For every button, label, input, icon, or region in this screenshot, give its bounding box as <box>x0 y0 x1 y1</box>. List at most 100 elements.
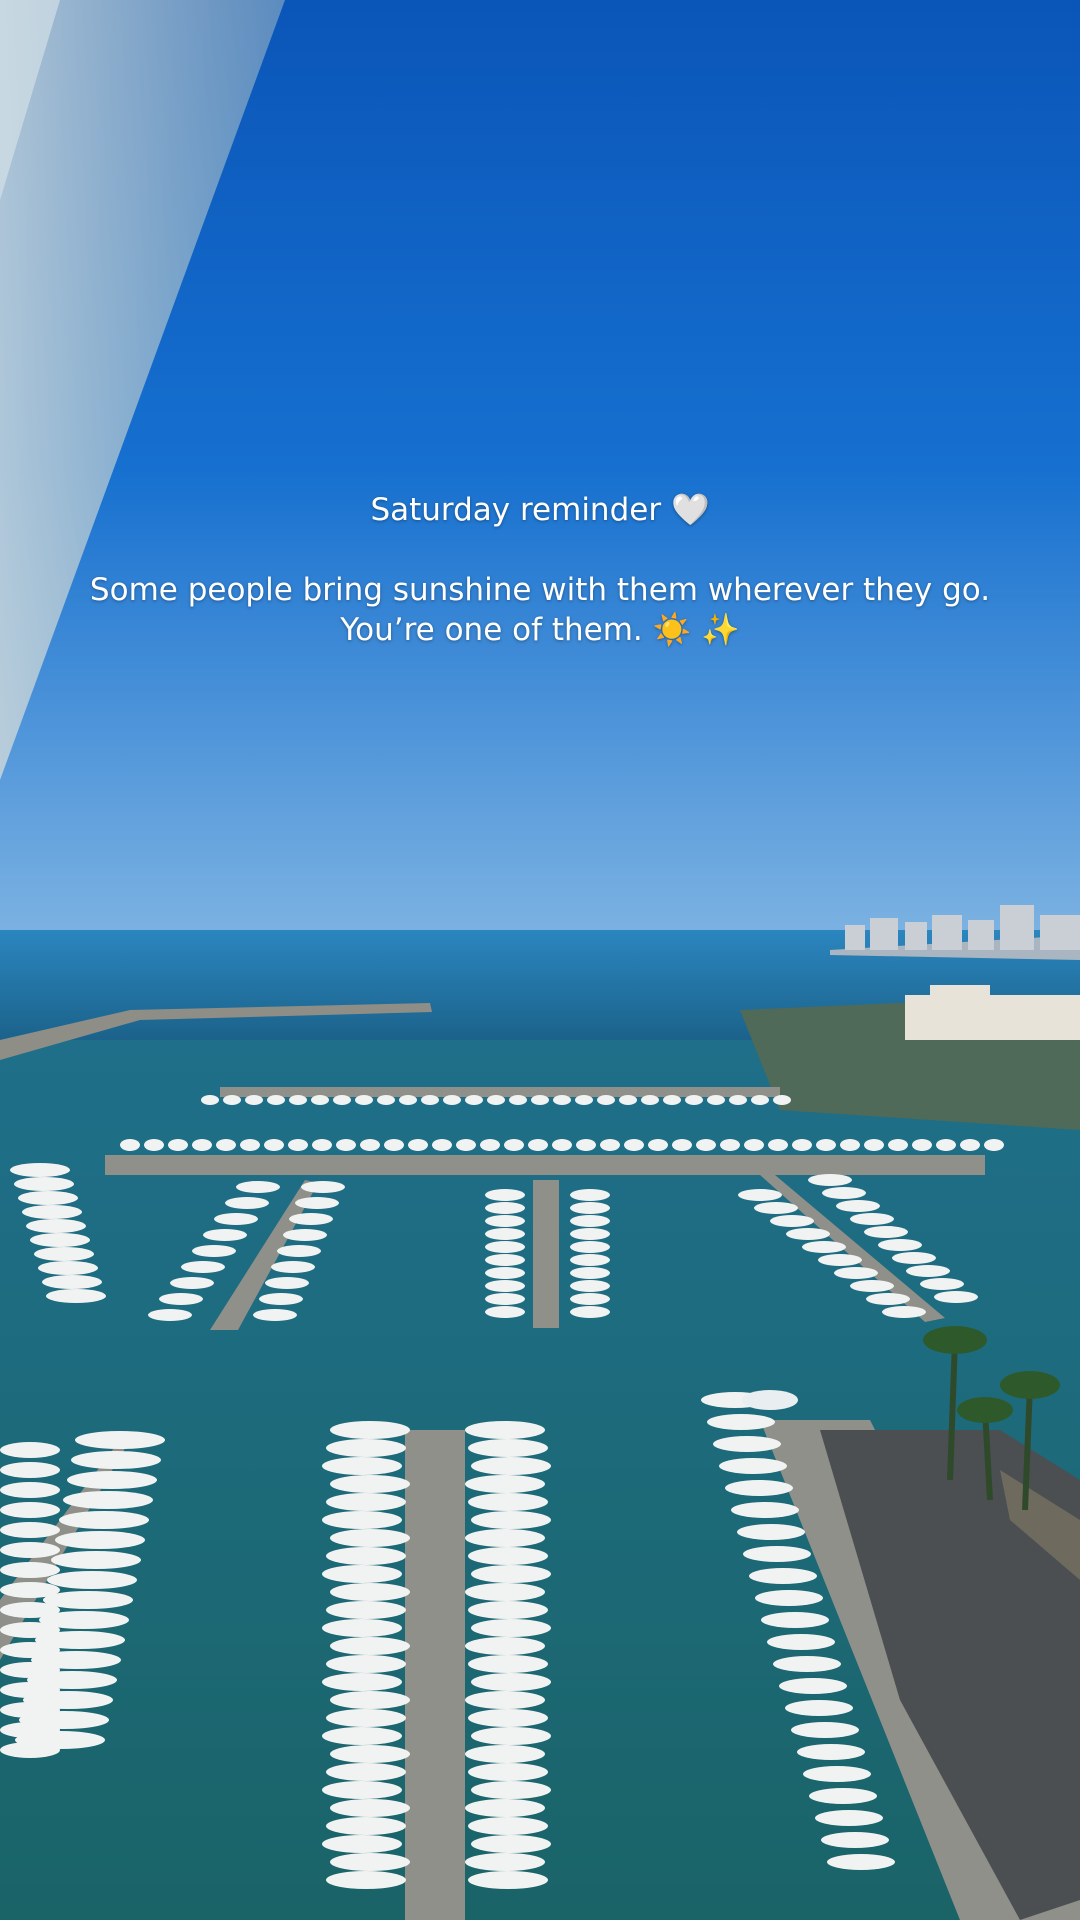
boat <box>504 1139 524 1151</box>
boat <box>864 1139 884 1151</box>
boat <box>67 1471 157 1489</box>
boat <box>487 1095 505 1105</box>
boat <box>71 1451 161 1469</box>
boat <box>289 1213 333 1225</box>
boat <box>333 1095 351 1105</box>
boat <box>936 1139 956 1151</box>
boat <box>725 1480 793 1496</box>
boat <box>468 1709 548 1727</box>
boat <box>707 1095 725 1105</box>
boat <box>360 1139 380 1151</box>
boat <box>809 1788 877 1804</box>
boat <box>271 1261 315 1273</box>
boat <box>827 1854 895 1870</box>
boat <box>267 1095 285 1105</box>
boat <box>575 1095 593 1105</box>
boat <box>0 1502 60 1518</box>
boat <box>797 1744 865 1760</box>
boat <box>920 1278 964 1290</box>
boat <box>808 1174 852 1186</box>
boat <box>906 1265 950 1277</box>
boat <box>770 1215 814 1227</box>
boat <box>14 1177 74 1191</box>
boat <box>528 1139 548 1151</box>
boat <box>485 1267 525 1279</box>
boat <box>384 1139 404 1151</box>
boat <box>264 1139 284 1151</box>
boat <box>465 1529 545 1547</box>
boat <box>322 1565 402 1583</box>
boat <box>744 1139 764 1151</box>
boat <box>570 1241 610 1253</box>
boat <box>59 1511 149 1529</box>
boat <box>822 1187 866 1199</box>
boat <box>836 1200 880 1212</box>
boat <box>465 1583 545 1601</box>
boat <box>468 1817 548 1835</box>
boat <box>570 1202 610 1214</box>
boat <box>731 1502 799 1518</box>
boat <box>570 1293 610 1305</box>
title-text: Saturday reminder <box>370 492 662 528</box>
boat <box>421 1095 439 1105</box>
boat <box>912 1139 932 1151</box>
boat <box>468 1601 548 1619</box>
boat <box>181 1261 225 1273</box>
boat <box>322 1511 402 1529</box>
boat <box>960 1139 980 1151</box>
boat <box>456 1139 476 1151</box>
boat <box>816 1139 836 1151</box>
boat <box>75 1431 165 1449</box>
boat <box>38 1261 98 1275</box>
boat <box>485 1189 525 1201</box>
boat <box>18 1191 78 1205</box>
boat <box>570 1228 610 1240</box>
boat <box>570 1267 610 1279</box>
boat <box>465 1095 483 1105</box>
boat <box>443 1095 461 1105</box>
boat <box>399 1095 417 1105</box>
boat <box>465 1637 545 1655</box>
boat <box>531 1095 549 1105</box>
boat <box>600 1139 620 1151</box>
boat <box>0 1462 60 1478</box>
boat <box>203 1229 247 1241</box>
boat <box>330 1745 410 1763</box>
boat <box>322 1835 402 1853</box>
boat <box>168 1139 188 1151</box>
boat <box>465 1691 545 1709</box>
boat <box>641 1095 659 1105</box>
boat <box>468 1547 548 1565</box>
boat <box>934 1291 978 1303</box>
boat <box>192 1245 236 1257</box>
line2-text: You’re one of them. <box>340 612 643 648</box>
boat <box>471 1835 551 1853</box>
boat <box>570 1306 610 1318</box>
boat <box>47 1571 137 1589</box>
boat <box>265 1277 309 1289</box>
boat <box>892 1252 936 1264</box>
boat <box>311 1095 329 1105</box>
boat <box>22 1205 82 1219</box>
boat <box>737 1524 805 1540</box>
boat <box>326 1601 406 1619</box>
boat <box>663 1095 681 1105</box>
story-title: Saturday reminder 🤍 <box>0 490 1080 530</box>
boat <box>283 1229 327 1241</box>
boat <box>326 1871 406 1889</box>
boat <box>288 1139 308 1151</box>
boat <box>471 1565 551 1583</box>
boat <box>377 1095 395 1105</box>
boat <box>216 1139 236 1151</box>
boat <box>201 1095 219 1105</box>
boat <box>465 1475 545 1493</box>
boat <box>485 1202 525 1214</box>
boat <box>743 1546 811 1562</box>
boat <box>148 1309 192 1321</box>
boat <box>322 1673 402 1691</box>
boat <box>485 1306 525 1318</box>
boat <box>882 1306 926 1318</box>
boat <box>330 1583 410 1601</box>
boat <box>120 1139 140 1151</box>
boat <box>713 1436 781 1452</box>
